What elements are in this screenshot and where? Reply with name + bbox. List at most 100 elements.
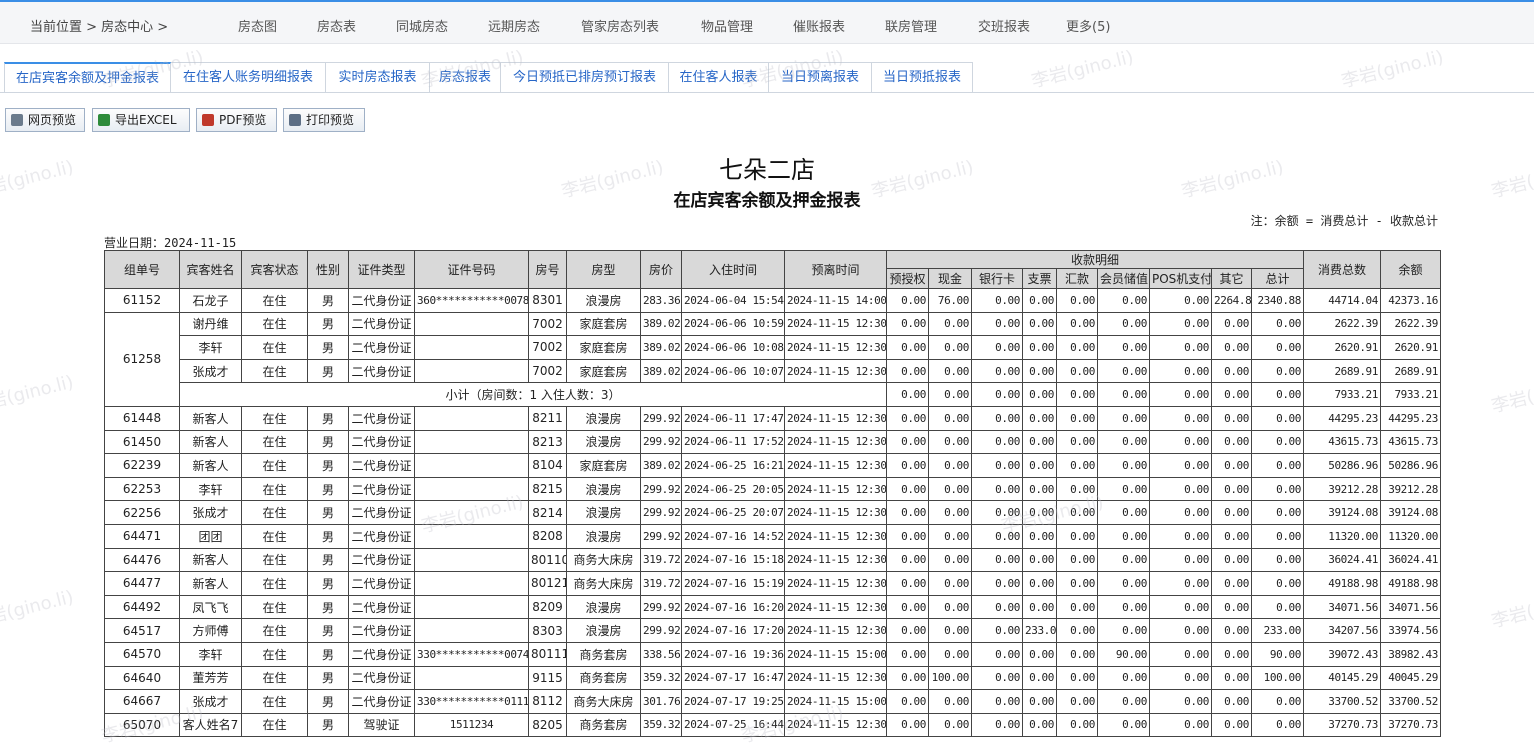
nav-item-future-room-status[interactable]: 远期房态 [488, 16, 540, 35]
nav-item-more[interactable]: 更多(5) [1066, 16, 1110, 35]
payment-amount-cell: 0.00 [1211, 665, 1252, 691]
payment-amount-cell: 0.00 [928, 500, 972, 525]
payment-amount-cell: 0.00 [886, 358, 929, 384]
col-gender: 性别 [307, 250, 349, 289]
table-row: 61152 石龙子 在住男二代身份证 360***********0078 8301 浪漫… [104, 288, 1441, 313]
payment-amount-cell: 0.00 [1022, 523, 1057, 549]
room-price-cell: 299.92 [640, 429, 682, 455]
nav-item-linked-rooms[interactable]: 联房管理 [885, 16, 937, 35]
table-row: 64667 张成才 在住男二代身份证 330***********0111 8112 商务… [104, 689, 1441, 714]
guest-status-cell: 在住 [241, 476, 308, 502]
payment-amount-cell: 0.00 [1211, 689, 1252, 714]
id-type-cell: 二代身份证 [348, 523, 415, 549]
payment-amount-cell: 0.00 [1022, 453, 1057, 478]
gender-cell: 男 [307, 641, 349, 667]
table-row: 65070 客人姓名7 在住男驾驶证 1511234 8205 商务套房 359.32 202… [104, 712, 1441, 738]
room-price-cell: 319.72 [640, 547, 682, 573]
room-number-cell: 8209 [528, 594, 567, 620]
report-table: 组单号 宾客姓名 宾客状态 性别 证件类型 证件号码 房号 房型 房价 入住时间… [104, 250, 1441, 738]
print-preview-button[interactable]: 打印预览 [283, 108, 365, 132]
payment-amount-cell: 0.00 [1056, 453, 1098, 478]
payment-amount-cell: 0.00 [1097, 358, 1150, 384]
payment-amount-cell: 0.00 [1022, 288, 1057, 313]
room-type-cell: 浪漫房 [566, 429, 641, 455]
payment-amount-cell: 0.00 [1056, 335, 1098, 360]
nav-item-room-status-map[interactable]: 房态图 [238, 16, 277, 35]
checkin-time-cell: 2024-06-06 10:08 [681, 335, 785, 360]
room-price-cell: 299.92 [640, 594, 682, 620]
tab-room-status-report[interactable]: 房态报表 [430, 62, 501, 93]
room-number-cell: 8211 [528, 405, 567, 431]
tab-guest-balance-deposit[interactable]: 在店宾客余额及押金报表 [4, 62, 171, 93]
checkin-time-cell: 2024-07-17 19:25 [681, 689, 785, 714]
watermark: 李岩(gino.li) [1489, 586, 1534, 633]
payment-amount-cell: 0.00 [1251, 358, 1304, 384]
tab-inhouse-guests[interactable]: 在住客人报表 [669, 62, 769, 93]
nav-item-item-management[interactable]: 物品管理 [701, 16, 753, 35]
payment-amount-cell: 0.00 [1211, 476, 1252, 502]
payment-amount-cell: 0.00 [928, 476, 972, 502]
guest-name-cell: 新客人 [179, 405, 242, 431]
room-price-cell: 338.56 [640, 641, 682, 667]
nav-item-city-room-status[interactable]: 同城房态 [396, 16, 448, 35]
export-excel-button[interactable]: 导出EXCEL [92, 108, 190, 132]
consume-total-cell: 2620.91 [1303, 335, 1381, 360]
table-row: 61448 新客人 在住男二代身份证 8211 浪漫房 299.92 2024-06-11 … [104, 405, 1441, 431]
id-type-cell: 二代身份证 [348, 476, 415, 502]
tab-today-arrivals-assigned[interactable]: 今日预抵已排房预订报表 [501, 62, 669, 93]
gender-cell: 男 [307, 405, 349, 431]
room-type-cell: 浪漫房 [566, 523, 641, 549]
id-type-cell: 二代身份证 [348, 641, 415, 667]
nav-item-shift-report[interactable]: 交班报表 [978, 16, 1030, 35]
group-number-cell: 61450 [104, 429, 180, 455]
balance-cell: 39124.08 [1380, 500, 1441, 525]
checkin-time-cell: 2024-07-16 14:52 [681, 523, 785, 549]
checkin-time-cell: 2024-06-11 17:47 [681, 405, 785, 431]
tab-realtime-room-status[interactable]: 实时房态报表 [326, 62, 430, 93]
tab-today-arrivals[interactable]: 当日预抵报表 [872, 62, 973, 93]
payment-amount-cell: 0.00 [1097, 405, 1150, 431]
payment-amount-cell: 0.00 [1056, 641, 1098, 667]
tab-today-departures[interactable]: 当日预离报表 [769, 62, 872, 93]
guest-status-cell: 在住 [241, 500, 308, 525]
balance-note: 注：余额 = 消费总计 - 收款总计 [1250, 214, 1438, 228]
payment-amount-cell: 0.00 [1149, 712, 1212, 738]
payment-amount-cell: 0.00 [1251, 405, 1304, 431]
nav-item-room-status-table[interactable]: 房态表 [317, 16, 356, 35]
tab-guest-account-detail[interactable]: 在住客人账务明细报表 [171, 62, 326, 93]
id-type-cell: 二代身份证 [348, 405, 415, 431]
pdf-preview-button[interactable]: PDF预览 [196, 108, 277, 132]
payment-amount-cell: 0.00 [1251, 594, 1304, 620]
nav-item-collection-report[interactable]: 催账报表 [793, 16, 845, 35]
balance-cell: 2620.91 [1380, 335, 1441, 360]
payment-amount-cell: 0.00 [1251, 382, 1304, 407]
payment-amount-cell: 0.00 [928, 335, 972, 360]
table-row: 64492 凤飞飞 在住男二代身份证 8209 浪漫房 299.92 2024-07-16 … [104, 594, 1441, 620]
payment-amount-cell: 0.00 [1097, 429, 1150, 455]
payment-amount-cell: 0.00 [1056, 476, 1098, 502]
payment-amount-cell: 0.00 [1211, 358, 1252, 384]
guest-status-cell: 在住 [241, 311, 308, 337]
payment-amount-cell: 0.00 [1097, 453, 1150, 478]
web-preview-button[interactable]: 网页预览 [5, 108, 85, 132]
hotel-name: 七朵二店 [719, 156, 815, 184]
payment-amount-cell: 0.00 [928, 571, 972, 596]
room-type-cell: 家庭套房 [566, 311, 641, 337]
guest-name-cell: 张成才 [179, 500, 242, 525]
watermark: 李岩(gino.li) [1029, 46, 1136, 93]
room-type-cell: 家庭套房 [566, 358, 641, 384]
balance-cell: 42373.16 [1380, 288, 1441, 313]
gender-cell: 男 [307, 335, 349, 360]
id-number-cell [414, 405, 529, 431]
balance-cell: 50286.96 [1380, 453, 1441, 478]
payment-amount-cell: 0.00 [886, 523, 929, 549]
checkin-time-cell: 2024-06-11 17:52 [681, 429, 785, 455]
payment-amount-cell: 0.00 [971, 689, 1023, 714]
watermark: 李岩(gino.li) [1339, 46, 1446, 93]
nav-item-housekeeper-list[interactable]: 管家房态列表 [581, 16, 659, 35]
id-type-cell: 二代身份证 [348, 500, 415, 525]
room-price-cell: 301.76 [640, 689, 682, 714]
payment-amount-cell: 0.00 [928, 311, 972, 337]
payment-amount-cell: 0.00 [1097, 288, 1150, 313]
guest-name-cell: 凤飞飞 [179, 594, 242, 620]
